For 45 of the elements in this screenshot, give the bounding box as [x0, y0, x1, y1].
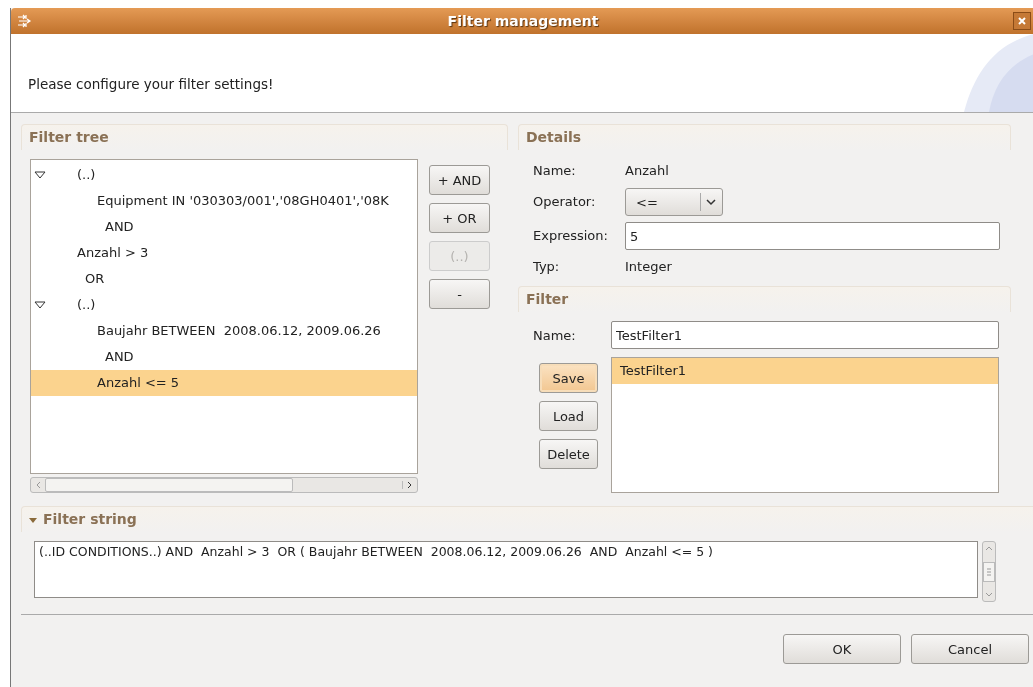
- expression-field[interactable]: 5: [625, 222, 1000, 250]
- operator-dropdown[interactable]: <=: [625, 188, 723, 216]
- filter-action-button[interactable]: Save: [539, 363, 598, 393]
- field-label: Name:: [533, 162, 577, 180]
- horizontal-scrollbar[interactable]: [30, 477, 418, 493]
- filter-action-button[interactable]: Delete: [539, 439, 598, 469]
- filter-string-text: (..ID CONDITIONS..) AND Anzahl > 3 OR ( Baujahr BETWEEN 2008.06.12, 2009.06.26 AND Anzahl <= 5 ): [34, 541, 978, 598]
- tree-item[interactable]: Baujahr BETWEEN 2008.06.12, 2009.06.26: [31, 318, 417, 344]
- dialog-button[interactable]: Cancel: [911, 634, 1029, 664]
- expander-icon[interactable]: [34, 300, 46, 310]
- field-label: Expression:: [533, 227, 609, 245]
- expander-icon[interactable]: [34, 170, 46, 180]
- tree-action-button[interactable]: + OR: [429, 203, 490, 233]
- tree-item[interactable]: Anzahl <= 5: [31, 370, 417, 396]
- filter-action-button[interactable]: Load: [539, 401, 598, 431]
- tree-item[interactable]: (..): [31, 162, 417, 188]
- expand-triangle-icon[interactable]: [29, 515, 37, 524]
- tree-item[interactable]: Equipment IN '030303/001','08GH0401','08K: [31, 188, 417, 214]
- close-icon: [1017, 16, 1027, 26]
- close-button[interactable]: [1013, 12, 1031, 30]
- tree-item[interactable]: AND: [31, 214, 417, 240]
- window-title: Filter management: [446, 13, 600, 29]
- vertical-scrollbar[interactable]: [982, 541, 996, 602]
- field-label: Operator:: [533, 193, 597, 211]
- tree-item[interactable]: AND: [31, 344, 417, 370]
- tree-action-button[interactable]: + AND: [429, 165, 490, 195]
- name-value: Anzahl: [625, 162, 670, 180]
- section-header: Details: [518, 124, 1011, 150]
- section-header: Filter: [518, 286, 1011, 312]
- section-header: Filter tree: [21, 124, 508, 150]
- tree-item[interactable]: (..): [31, 292, 417, 318]
- tree-action-button[interactable]: -: [429, 279, 490, 309]
- section-title: Filter string: [43, 510, 137, 529]
- dialog-button[interactable]: OK: [783, 634, 901, 664]
- tree-item[interactable]: OR: [31, 266, 417, 292]
- instruction-text: Please configure your filter settings!: [27, 76, 274, 94]
- filter-list-item[interactable]: TestFilter1: [612, 358, 998, 384]
- arrows-icon: [17, 13, 33, 29]
- field-label: Typ:: [533, 258, 561, 276]
- tree-item[interactable]: Anzahl > 3: [31, 240, 417, 266]
- field-label: Name:: [533, 327, 577, 343]
- scroll-grip-icon[interactable]: [983, 561, 995, 582]
- chevron-down-icon: [705, 198, 717, 206]
- type-value: Integer: [625, 258, 673, 276]
- filter-name-field[interactable]: TestFilter1: [611, 321, 999, 349]
